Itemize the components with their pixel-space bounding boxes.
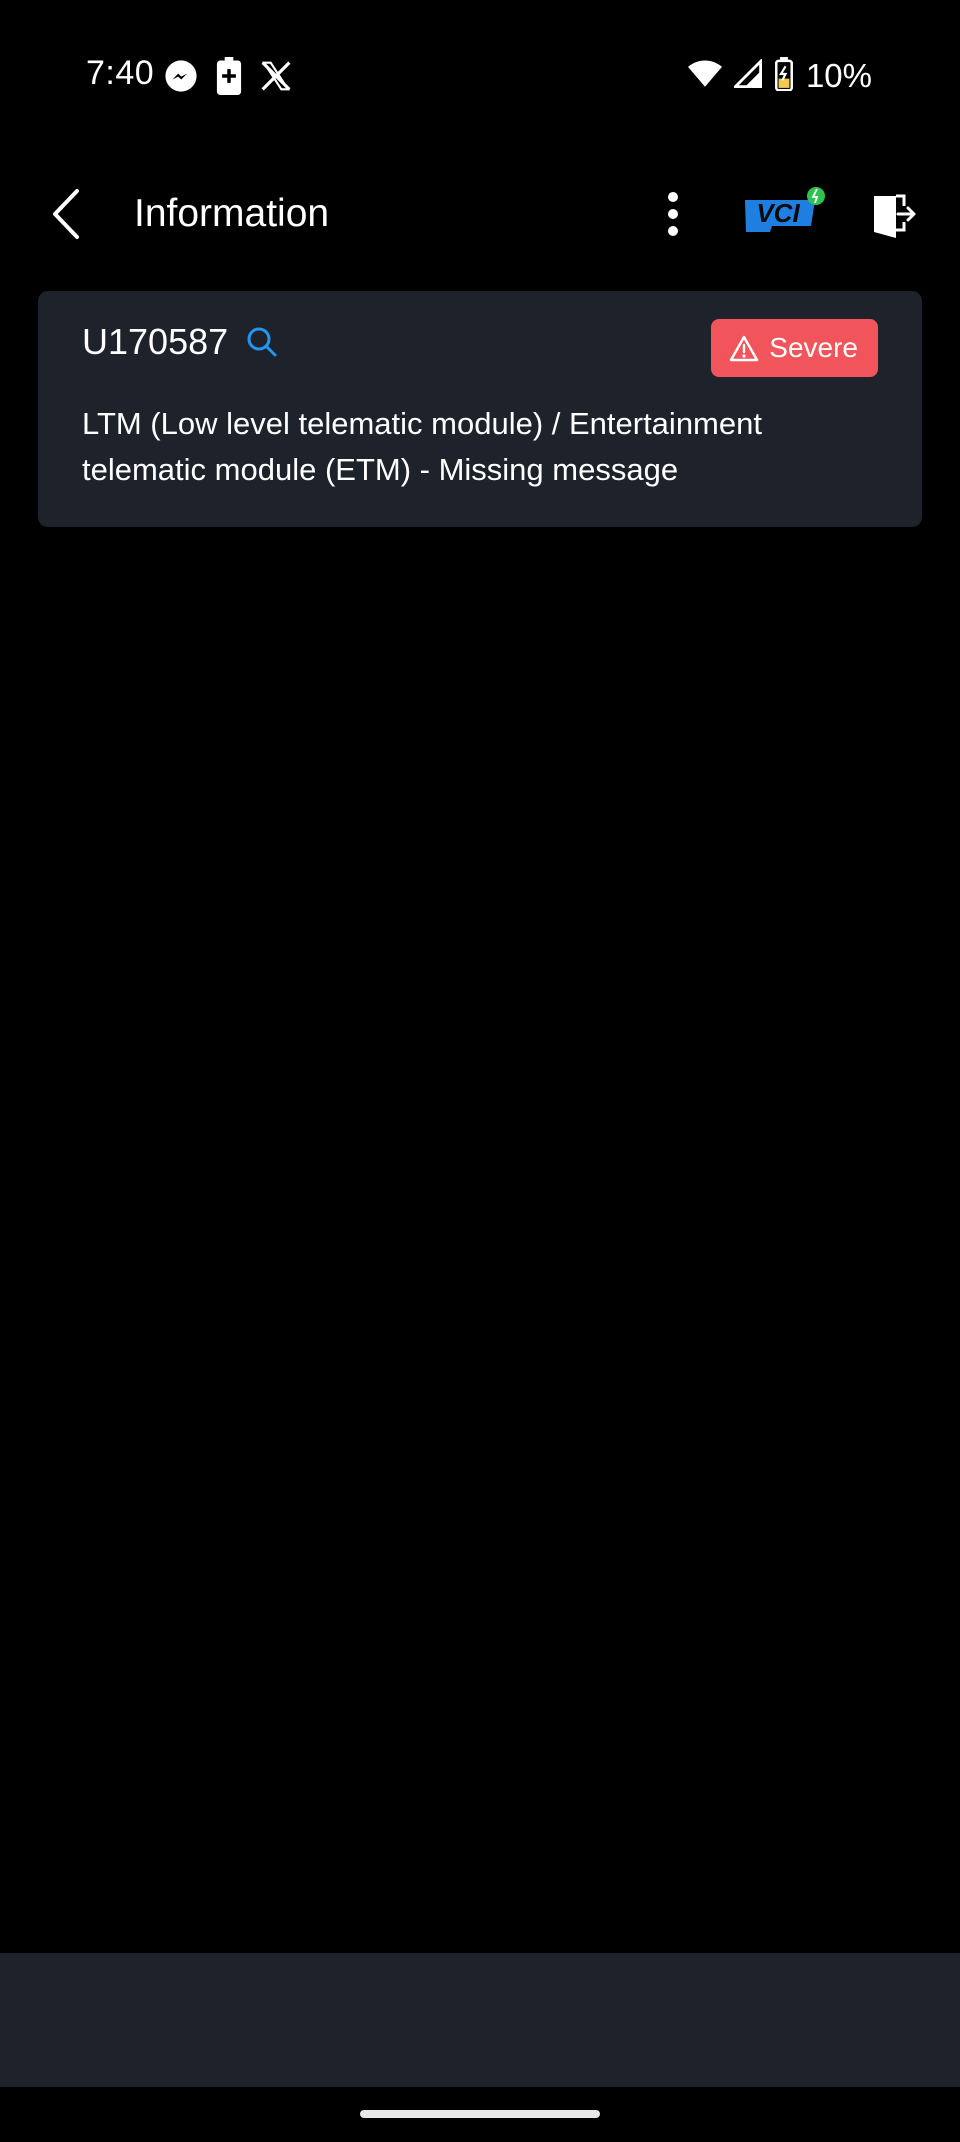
search-code-button[interactable] <box>242 322 282 362</box>
back-arrow-icon <box>53 189 79 239</box>
severity-badge: Severe <box>711 319 878 377</box>
more-vert-icon <box>668 192 678 236</box>
messenger-icon <box>164 59 198 98</box>
warning-icon <box>730 335 759 362</box>
page-title: Information <box>134 192 330 235</box>
exit-icon <box>874 194 916 238</box>
dtc-code-row: U170587 <box>82 321 282 363</box>
wifi-icon <box>687 59 722 94</box>
gesture-bar[interactable] <box>360 2110 600 2118</box>
dtc-card: U170587 Severe LTM (Low level telematic … <box>38 291 922 527</box>
search-icon <box>247 327 277 357</box>
more-options-button[interactable] <box>648 182 698 246</box>
x-icon <box>260 60 292 97</box>
signal-icon <box>731 57 762 94</box>
status-time: 7:40 <box>86 54 155 92</box>
vci-icon: VCI <box>745 187 825 232</box>
status-bar: 7:40 10% <box>0 0 960 150</box>
screen: 7:40 10% Information VCI U170587 Severe … <box>0 0 960 2142</box>
dtc-code: U170587 <box>82 321 229 362</box>
system-indicators: 10% <box>687 56 872 96</box>
bottom-panel <box>0 1953 960 2087</box>
notification-icons <box>164 56 292 100</box>
svg-text:VCI: VCI <box>756 198 800 228</box>
dtc-description: LTM (Low level telematic module) / Enter… <box>82 406 762 487</box>
back-button[interactable] <box>36 184 96 244</box>
battery-saver-icon <box>216 56 242 100</box>
app-bar: Information VCI <box>0 170 960 260</box>
vci-connection-button[interactable]: VCI <box>740 184 828 248</box>
severity-label: Severe <box>769 332 858 363</box>
battery-percent: 10% <box>805 57 872 94</box>
exit-button[interactable] <box>864 186 924 246</box>
battery-charging-icon <box>774 56 794 96</box>
